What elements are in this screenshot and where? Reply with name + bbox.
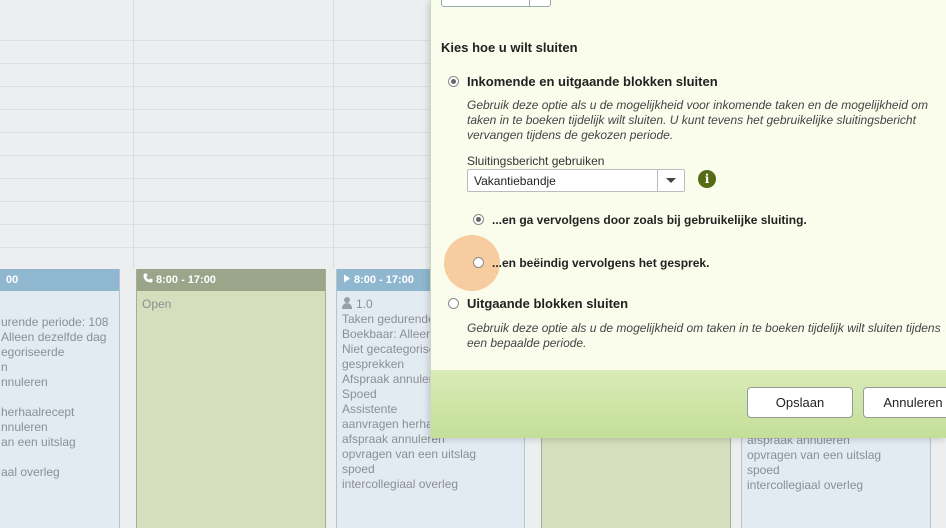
grid-row-line <box>0 178 430 179</box>
option-outgoing-description: Gebruik deze optie als u de mogelijkheid… <box>467 321 941 350</box>
grid-row-line <box>0 63 430 64</box>
continue-normally-label[interactable]: ...en ga vervolgens door zoals bij gebru… <box>492 213 807 227</box>
block-text-line: opvragen van een uitslag <box>747 448 882 462</box>
grid-row-line <box>0 224 430 225</box>
person-icon <box>342 297 352 309</box>
grid-row-line <box>0 109 430 110</box>
option-incoming-outgoing-radio[interactable] <box>448 76 459 87</box>
calendar-block[interactable]: 00 urende periode: 108 Alleen dezelfde d… <box>0 269 120 528</box>
block-text-line: spoed <box>342 462 375 476</box>
close-blocks-dialog: Kies hoe u wilt sluiten Inkomende en uit… <box>430 0 946 438</box>
section-title: Kies hoe u wilt sluiten <box>441 40 578 55</box>
closing-message-value: Vakantiebandje <box>474 174 556 188</box>
block-text-line: intercollegiaal overleg <box>747 478 864 492</box>
continue-normally-radio[interactable] <box>473 214 484 225</box>
phone-icon <box>143 269 153 291</box>
grid-row-line <box>0 132 430 133</box>
block-text-line: herhaalrecept <box>1 405 75 419</box>
block-text-line: nnuleren <box>1 375 48 389</box>
option-incoming-outgoing-label[interactable]: Inkomende en uitgaande blokken sluiten <box>467 74 718 89</box>
grid-row-line <box>0 155 430 156</box>
calendar-block-open[interactable]: 8:00 - 17:00 Open <box>136 269 326 528</box>
block-text-line: urende periode: 108 <box>1 315 109 329</box>
block-text-line: Alleen dezelfde dag <box>1 330 107 344</box>
block-text-line: Open <box>142 297 172 311</box>
block-text-line: opvragen van een uitslag <box>342 447 477 461</box>
info-icon[interactable]: i <box>698 170 716 188</box>
closing-message-select[interactable]: Vakantiebandje <box>467 169 685 192</box>
block-time-header: 8:00 - 17:00 <box>137 269 325 291</box>
closing-message-label: Sluitingsbericht gebruiken <box>467 154 605 168</box>
play-icon <box>343 269 351 291</box>
grid-row-line <box>0 201 430 202</box>
block-text-line: nnuleren <box>1 420 48 434</box>
chevron-down-icon[interactable] <box>657 170 684 191</box>
top-dropdown[interactable] <box>441 0 551 7</box>
end-call-radio[interactable] <box>473 257 484 268</box>
block-capacity: 1.0 <box>356 297 373 311</box>
block-text-line: an een uitslag <box>1 435 76 449</box>
block-text-line: intercollegiaal overleg <box>342 477 459 491</box>
block-time-header: 00 <box>0 269 119 291</box>
block-text-line: egoriseerde <box>1 345 65 359</box>
grid-row-line <box>0 247 430 248</box>
grid-row-line <box>0 86 430 87</box>
dialog-footer: Opslaan Annuleren <box>431 370 946 438</box>
option-outgoing-radio[interactable] <box>448 298 459 309</box>
block-text-line: spoed <box>747 463 780 477</box>
cancel-button[interactable]: Annuleren <box>863 387 946 418</box>
option-incoming-outgoing-description: Gebruik deze optie als u de mogelijkheid… <box>467 98 928 142</box>
block-text-line: aal overleg <box>1 465 60 479</box>
option-outgoing-label[interactable]: Uitgaande blokken sluiten <box>467 296 628 311</box>
block-text-line: n <box>1 360 8 374</box>
grid-row-line <box>0 40 430 41</box>
end-call-label[interactable]: ...en beëindig vervolgens het gesprek. <box>492 256 709 270</box>
save-button[interactable]: Opslaan <box>747 387 853 418</box>
